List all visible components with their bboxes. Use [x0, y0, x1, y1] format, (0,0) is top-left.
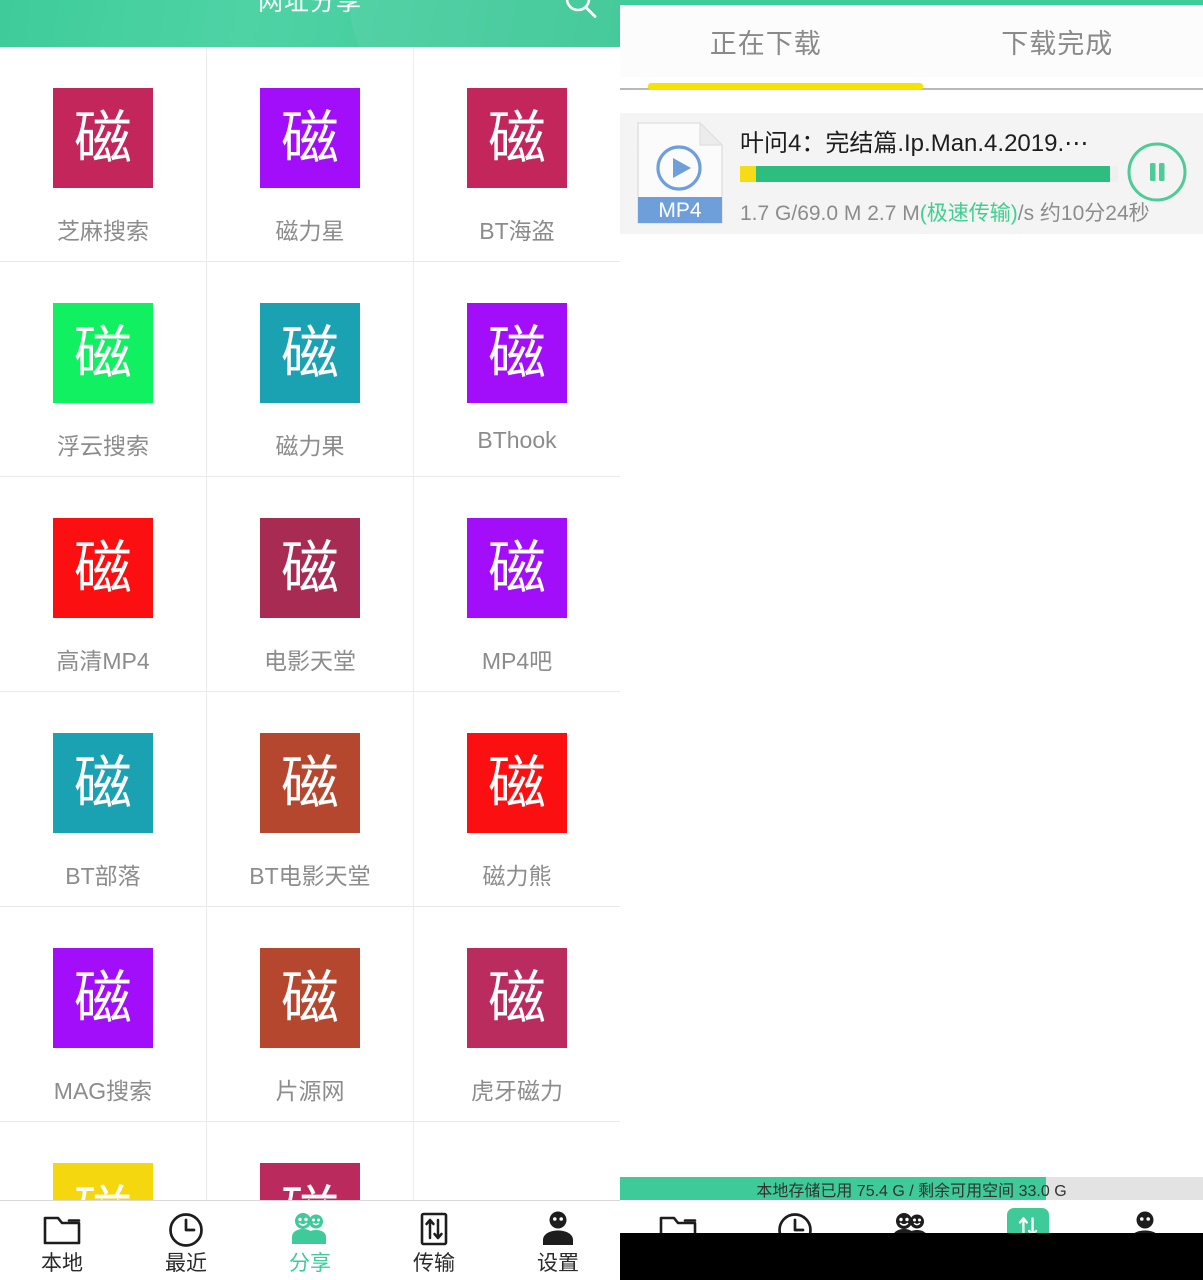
progress-segment-fill	[756, 166, 1111, 182]
site-tile-label: 片源网	[275, 1078, 345, 1104]
grid-cell-site[interactable]: 磁 MP4吧	[414, 477, 620, 691]
site-tile-label: 虎牙磁力	[471, 1078, 563, 1104]
download-stats-prefix: 1.7 G/69.0 M 2.7 M	[740, 202, 920, 225]
site-tile-icon: 磁	[260, 948, 360, 1048]
grid-cell-site[interactable]: 磁磁力果	[207, 262, 414, 476]
pause-button[interactable]	[1126, 141, 1188, 203]
site-tile-icon: 磁	[53, 303, 153, 403]
progress-segment-buffer	[740, 166, 756, 182]
tabbar-item-label: 设置	[537, 1251, 579, 1275]
left-bottom-navbar: 本地 最近 分享 传输 设置	[0, 1200, 620, 1280]
site-tile-label: 磁力星	[275, 218, 345, 244]
site-tile-icon: 磁	[260, 88, 360, 188]
right-phone-panel: 正在下载 下载完成 MP4 叶问4：完结篇.Ip.Man.4.2019.⋯ 1.…	[620, 0, 1203, 1280]
tabbar-item-本地[interactable]: 本地	[0, 1208, 124, 1274]
site-tile-label: 磁力果	[275, 433, 345, 459]
screenshot-root: 网址分享 磁芝麻搜索磁磁力星磁 BT海盗磁浮云搜索磁磁力果磁 BThook 磁高清MP…	[0, 0, 1203, 1280]
grid-cell-site[interactable]: 磁片源网	[207, 907, 414, 1121]
page-title: 网址分享	[257, 0, 362, 16]
grid-cell-site[interactable]: 磁浮云搜索	[0, 262, 207, 476]
tab-completed[interactable]: 下载完成	[912, 5, 1203, 77]
download-progress-bar	[740, 166, 1118, 182]
person-icon	[537, 1208, 579, 1250]
tabbar-item-label: 本地	[41, 1251, 83, 1275]
grid-cell-site[interactable]: 磁电影天堂	[207, 477, 414, 691]
site-tile-label: MAG搜索	[53, 1078, 153, 1104]
site-tile-label: 电影天堂	[264, 648, 356, 674]
grid-cell-site[interactable]: 磁 MAG搜索	[0, 907, 207, 1121]
site-tile-label: BThook	[477, 427, 557, 453]
site-tile-icon: 磁	[53, 733, 153, 833]
grid-cell-site[interactable]: 磁磁力熊	[414, 692, 620, 906]
clock-icon	[165, 1208, 207, 1250]
site-tile-icon: 磁	[53, 948, 153, 1048]
storage-usage-bar: 本地存储已用 75.4 G / 剩余可用空间 33.0 G	[620, 1177, 1203, 1200]
site-tile-label: 浮云搜索	[57, 433, 149, 459]
site-grid: 磁芝麻搜索磁磁力星磁 BT海盗磁浮云搜索磁磁力果磁 BThook 磁高清MP4 磁电影天…	[0, 47, 620, 1280]
grid-cell-site[interactable]: 磁高清MP4	[0, 477, 207, 691]
grid-cell-site[interactable]: 磁虎牙磁力	[414, 907, 620, 1121]
site-tile-icon: 磁	[467, 733, 567, 833]
download-list-item[interactable]: MP4 叶问4：完结篇.Ip.Man.4.2019.⋯ 1.7 G/69.0 M…	[620, 113, 1203, 234]
download-filename: 叶问4：完结篇.Ip.Man.4.2019.⋯	[740, 130, 1089, 157]
grid-cell-site[interactable]: 磁磁力星	[207, 47, 414, 261]
bottom-black-bar	[620, 1233, 1203, 1280]
tabbar-item-设置[interactable]: 设置	[496, 1208, 620, 1274]
tab-downloading[interactable]: 正在下载	[620, 5, 912, 77]
tabbar-item-最近[interactable]: 最近	[124, 1208, 248, 1274]
download-stats: 1.7 G/69.0 M 2.7 M(极速传输)/s 约10分24秒	[740, 197, 1150, 227]
tabbar-item-label: 最近	[165, 1251, 207, 1275]
site-tile-label: 磁力熊	[482, 863, 552, 889]
grid-cell-site[interactable]: 磁 BThook	[414, 262, 620, 476]
grid-row: 磁 MAG搜索磁片源网磁虎牙磁力	[0, 907, 620, 1122]
site-tile-icon: 磁	[260, 303, 360, 403]
site-tile-label: 高清MP4	[56, 648, 150, 674]
site-tile-label: BT电影天堂	[249, 863, 371, 889]
site-tile-icon: 磁	[467, 303, 567, 403]
site-tile-icon: 磁	[53, 518, 153, 618]
site-tile-label: 芝麻搜索	[57, 218, 149, 244]
people-icon	[289, 1208, 331, 1250]
grid-cell-site[interactable]: 磁 BT海盗	[414, 47, 620, 261]
grid-row: 磁 BT部落 磁 BT电影天堂 磁磁力熊	[0, 692, 620, 907]
site-tile-label: BT部落	[65, 863, 141, 889]
download-speed-mode: (极速传输)	[919, 202, 1018, 225]
tab-active-indicator	[648, 83, 923, 90]
share-page-header: 网址分享	[0, 0, 620, 47]
svg-text:MP4: MP4	[658, 199, 702, 222]
grid-row: 磁高清MP4 磁电影天堂磁 MP4吧	[0, 477, 620, 692]
site-tile-icon: 磁	[260, 518, 360, 618]
tabbar-item-label: 传输	[413, 1251, 455, 1275]
grid-row: 磁浮云搜索磁磁力果磁 BThook	[0, 262, 620, 477]
storage-usage-text: 本地存储已用 75.4 G / 剩余可用空间 33.0 G	[756, 1182, 1067, 1200]
tabbar-item-label: 分享	[289, 1251, 331, 1275]
grid-cell-site[interactable]: 磁 BT部落	[0, 692, 207, 906]
mp4-file-icon: MP4	[636, 121, 724, 225]
download-stats-suffix: /s 约10分24秒	[1017, 202, 1150, 225]
site-tile-icon: 磁	[467, 88, 567, 188]
search-icon[interactable]	[561, 0, 601, 23]
folder-icon	[41, 1208, 83, 1250]
grid-row: 磁芝麻搜索磁磁力星磁 BT海盗	[0, 47, 620, 262]
site-tile-label: MP4吧	[481, 648, 553, 674]
site-tile-label: BT海盗	[479, 218, 555, 244]
grid-cell-site[interactable]: 磁芝麻搜索	[0, 47, 207, 261]
site-tile-icon: 磁	[467, 518, 567, 618]
download-tabs: 正在下载 下载完成	[620, 5, 1203, 77]
transfer-icon	[413, 1208, 455, 1250]
site-tile-icon: 磁	[260, 733, 360, 833]
grid-cell-site[interactable]: 磁 BT电影天堂	[207, 692, 414, 906]
left-phone-panel: 网址分享 磁芝麻搜索磁磁力星磁 BT海盗磁浮云搜索磁磁力果磁 BThook 磁高清MP…	[0, 0, 620, 1280]
tabbar-item-传输[interactable]: 传输	[372, 1208, 496, 1274]
site-tile-icon: 磁	[53, 88, 153, 188]
site-tile-icon: 磁	[467, 948, 567, 1048]
tabbar-item-分享[interactable]: 分享	[248, 1208, 372, 1274]
